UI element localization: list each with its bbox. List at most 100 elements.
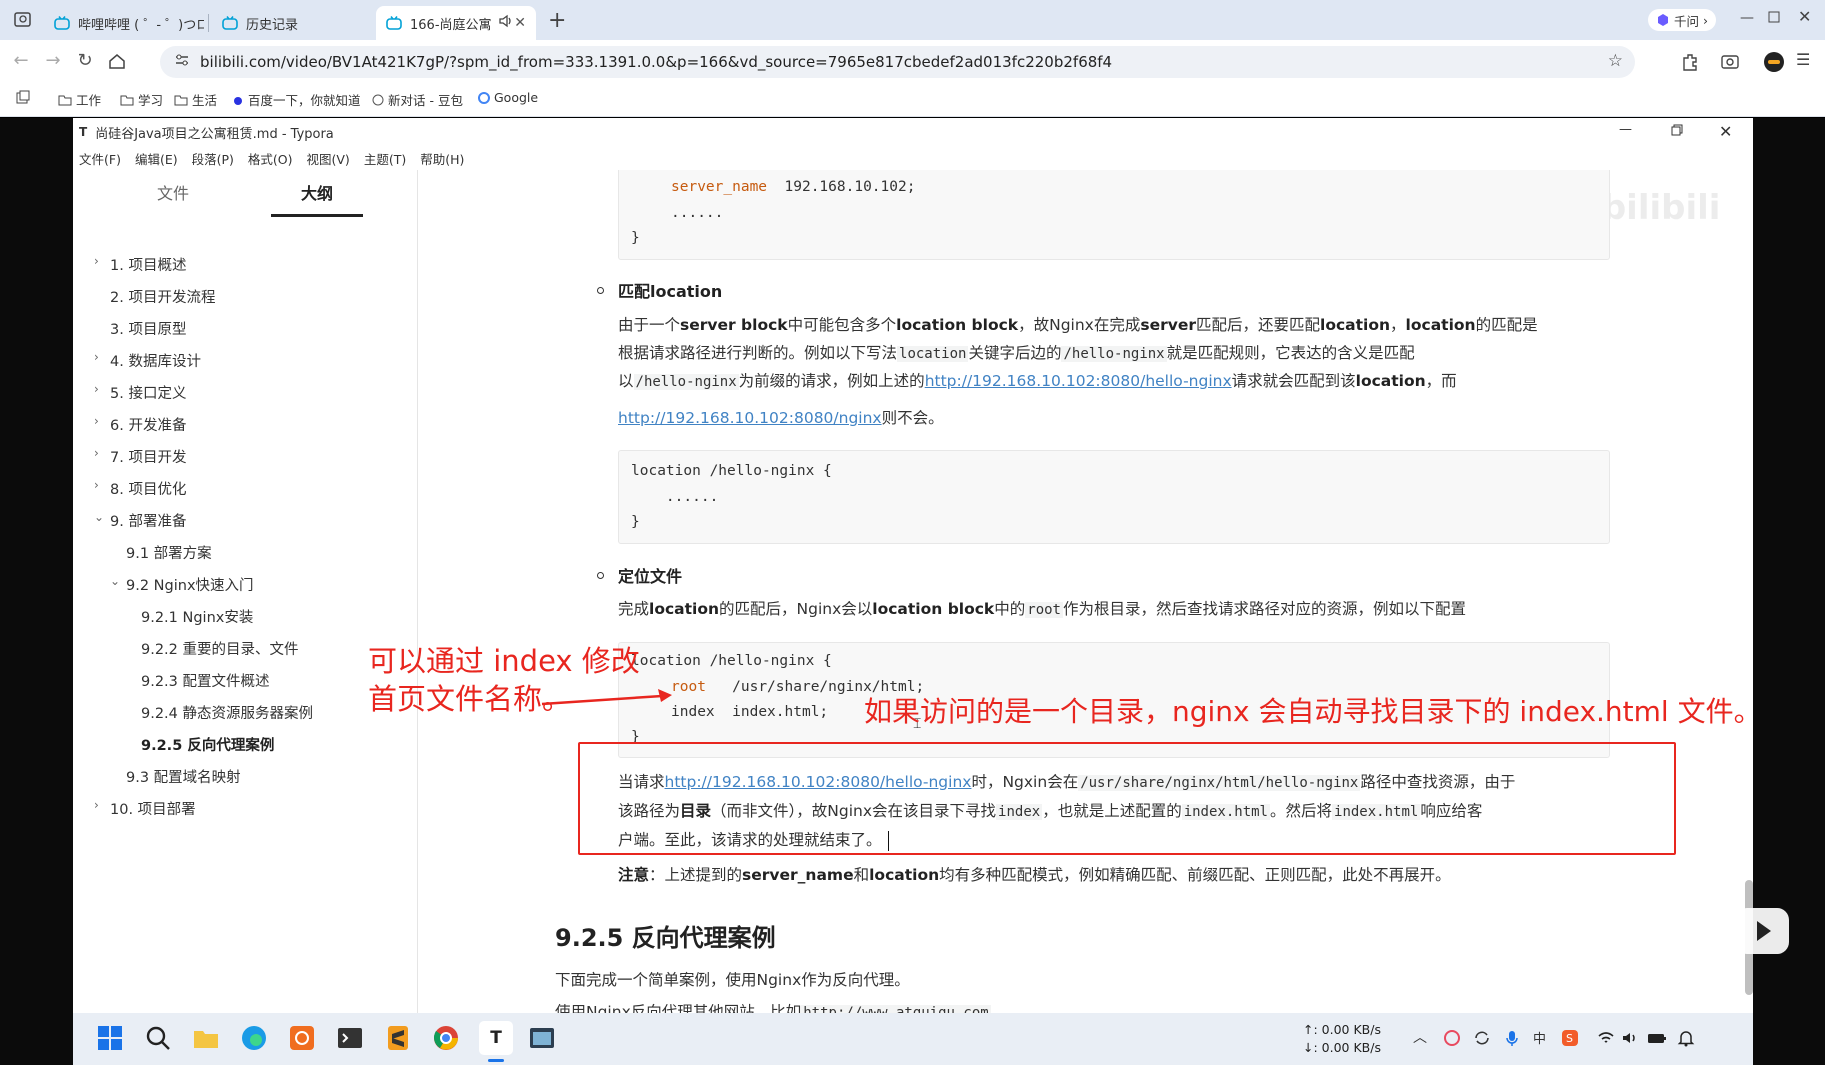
app-window-icon[interactable]: [527, 1023, 557, 1053]
new-tab-button[interactable]: +: [548, 8, 566, 33]
chrome-icon[interactable]: [431, 1023, 461, 1053]
typora-menu-bar: 文件(F) 编辑(E) 段落(P) 格式(O) 视图(V) 主题(T) 帮助(H…: [73, 146, 1753, 170]
outline-item[interactable]: ⌄ 9.2 Nginx快速入门: [110, 574, 254, 595]
screenshot-icon[interactable]: [1720, 52, 1740, 76]
maximize-icon[interactable]: [1768, 9, 1780, 27]
menu-view[interactable]: 视图(V): [307, 149, 350, 168]
terminal-icon[interactable]: [335, 1023, 365, 1053]
profile-avatar[interactable]: [1764, 52, 1784, 72]
heading-match-location: 匹配location: [618, 282, 723, 301]
file-explorer-icon[interactable]: [191, 1023, 221, 1053]
site-info-icon[interactable]: [174, 52, 190, 72]
paragraph: 完成location的匹配后，Nginx会以location block中的 ro…: [618, 600, 1466, 618]
app-orange-icon[interactable]: [287, 1023, 317, 1053]
net-upload-speed: ↑: 0.00 KB/s: [1303, 1022, 1381, 1037]
bookmark-folder-study[interactable]: 学习: [120, 90, 163, 109]
notification-bell-icon[interactable]: [1677, 1029, 1695, 1047]
typora-taskbar-icon[interactable]: T: [479, 1021, 513, 1055]
link[interactable]: http://192.168.10.102:8080/nginx: [618, 409, 882, 427]
code-block[interactable]: server_name 192.168.10.102; ...... }: [618, 170, 1610, 260]
tray-app-icon[interactable]: [1443, 1029, 1461, 1047]
ty-restore-icon[interactable]: [1671, 124, 1683, 140]
bookmark-doubao[interactable]: 新对话 - 豆包: [372, 90, 463, 109]
outline-item[interactable]: 2. 项目开发流程: [110, 286, 215, 307]
outline-item[interactable]: › 8. 项目优化: [94, 478, 186, 499]
bookmark-baidu[interactable]: 百度一下，你就知道: [232, 90, 361, 109]
editor-content[interactable]: 尚硅谷 bilibili server_name 192.168.10.102;…: [418, 170, 1753, 1013]
list-bullet: [597, 287, 604, 294]
play-button[interactable]: [1735, 908, 1789, 954]
volume-icon[interactable]: [1621, 1029, 1639, 1047]
address-bar[interactable]: bilibili.com/video/BV1At421K7gP/?spm_id_…: [160, 46, 1635, 78]
ty-minimize-icon[interactable]: —: [1619, 122, 1632, 137]
ty-close-icon[interactable]: ✕: [1719, 122, 1732, 141]
chevron-up-icon[interactable]: ︿: [1413, 1027, 1427, 1047]
tab-close-icon[interactable]: ✕: [514, 15, 526, 31]
extensions-icon[interactable]: [1680, 52, 1700, 76]
paragraph: 以/hello-nginx 为前缀的请求，例如上述的http://192.168.…: [618, 372, 1457, 390]
chevron-right-icon: ›: [94, 414, 99, 428]
sidebar-tab-outline[interactable]: 大纲: [301, 180, 333, 204]
back-icon[interactable]: ←: [8, 48, 34, 74]
minimize-icon[interactable]: —: [1740, 10, 1754, 26]
sidebar-tab-files[interactable]: 文件: [157, 180, 189, 204]
outline-item-active[interactable]: 9.2.5 反向代理案例: [141, 734, 274, 755]
menu-edit[interactable]: 编辑(E): [135, 149, 178, 168]
link[interactable]: http://192.168.10.102:8080/hello-nginx: [925, 372, 1232, 390]
tab-bilibili-home[interactable]: 哔哩哔哩 ( ゜- ゜)つロ: [44, 6, 204, 40]
tab-search-icon[interactable]: [14, 12, 32, 28]
paragraph: 根据请求路径进行判断的。例如以下写法 location 关键字后边的/hello-n…: [618, 344, 1415, 362]
sublime-icon[interactable]: [383, 1023, 413, 1053]
menu-format[interactable]: 格式(O): [248, 149, 293, 168]
code-block[interactable]: location /hello-nginx { ...... }: [618, 450, 1610, 544]
sync-icon[interactable]: [1473, 1029, 1491, 1047]
bookmark-folder-life[interactable]: 生活: [174, 90, 217, 109]
menu-file[interactable]: 文件(F): [79, 149, 121, 168]
menu-help[interactable]: 帮助(H): [420, 149, 464, 168]
outline-item[interactable]: 9.2.1 Nginx安装: [141, 606, 253, 627]
edge-icon[interactable]: [239, 1023, 269, 1053]
forward-icon[interactable]: →: [40, 48, 66, 74]
outline-item[interactable]: 9.2.4 静态资源服务器案例: [141, 702, 313, 723]
reload-icon[interactable]: ↻: [72, 48, 98, 74]
heading-locate-file: 定位文件: [618, 567, 683, 586]
outline-item[interactable]: 9.2.2 重要的目录、文件: [141, 638, 299, 659]
tab-title: 历史记录: [246, 17, 299, 33]
windows-start-icon[interactable]: [95, 1023, 125, 1053]
sogou-icon[interactable]: S: [1561, 1029, 1579, 1047]
outline-item[interactable]: › 10. 项目部署: [94, 798, 196, 819]
outline-item[interactable]: ⌄ 9. 部署准备: [94, 510, 186, 531]
typora-window: T 尚硅谷Java项目之公寓租赁.md - Typora — ✕ 文件(F) 编…: [73, 118, 1753, 1013]
list-bullet: [597, 572, 604, 579]
outline-item[interactable]: 9.3 配置域名映射: [126, 766, 241, 787]
baidu-icon: [234, 96, 242, 105]
outline-item[interactable]: › 4. 数据库设计: [94, 350, 201, 371]
bookmark-star-icon[interactable]: ☆: [1608, 51, 1623, 71]
outline-item[interactable]: › 6. 开发准备: [94, 414, 186, 435]
outline-item[interactable]: 9.2.3 配置文件概述: [141, 670, 270, 691]
outline-item[interactable]: › 5. 接口定义: [94, 382, 186, 403]
microphone-icon[interactable]: [1503, 1029, 1521, 1047]
battery-icon[interactable]: [1647, 1030, 1667, 1046]
outline-item[interactable]: › 7. 项目开发: [94, 446, 186, 467]
menu-paragraph[interactable]: 段落(P): [192, 149, 234, 168]
menu-theme[interactable]: 主题(T): [364, 149, 406, 168]
bookmark-folder-work[interactable]: 工作: [58, 90, 101, 109]
bookmarks-app-icon[interactable]: [16, 90, 34, 104]
home-icon[interactable]: [104, 48, 130, 74]
ai-assistant-button[interactable]: 千问 ›: [1648, 9, 1717, 31]
tab-video-active[interactable]: 166-尚庭公寓 ✕: [376, 6, 536, 40]
bookmark-google[interactable]: Google: [478, 90, 538, 105]
close-window-icon[interactable]: ✕: [1798, 7, 1811, 26]
outline-item[interactable]: 3. 项目原型: [110, 318, 186, 339]
wifi-icon[interactable]: [1597, 1029, 1615, 1047]
tab-history[interactable]: 历史记录: [212, 6, 372, 40]
speaker-icon[interactable]: [498, 14, 514, 32]
outline-item[interactable]: 9.1 部署方案: [126, 542, 212, 563]
input-method-icon[interactable]: 中: [1531, 1029, 1549, 1047]
outline-item[interactable]: › 1. 项目概述: [94, 254, 186, 275]
browser-tab-bar: 哔哩哔哩 ( ゜- ゜)つロ 历史记录 166-尚庭公寓 ✕ + 千问 › — ✕: [0, 0, 1825, 40]
browser-menu-icon[interactable]: ☰: [1796, 50, 1810, 69]
search-icon[interactable]: [143, 1023, 173, 1053]
bilibili-icon: [222, 16, 238, 30]
